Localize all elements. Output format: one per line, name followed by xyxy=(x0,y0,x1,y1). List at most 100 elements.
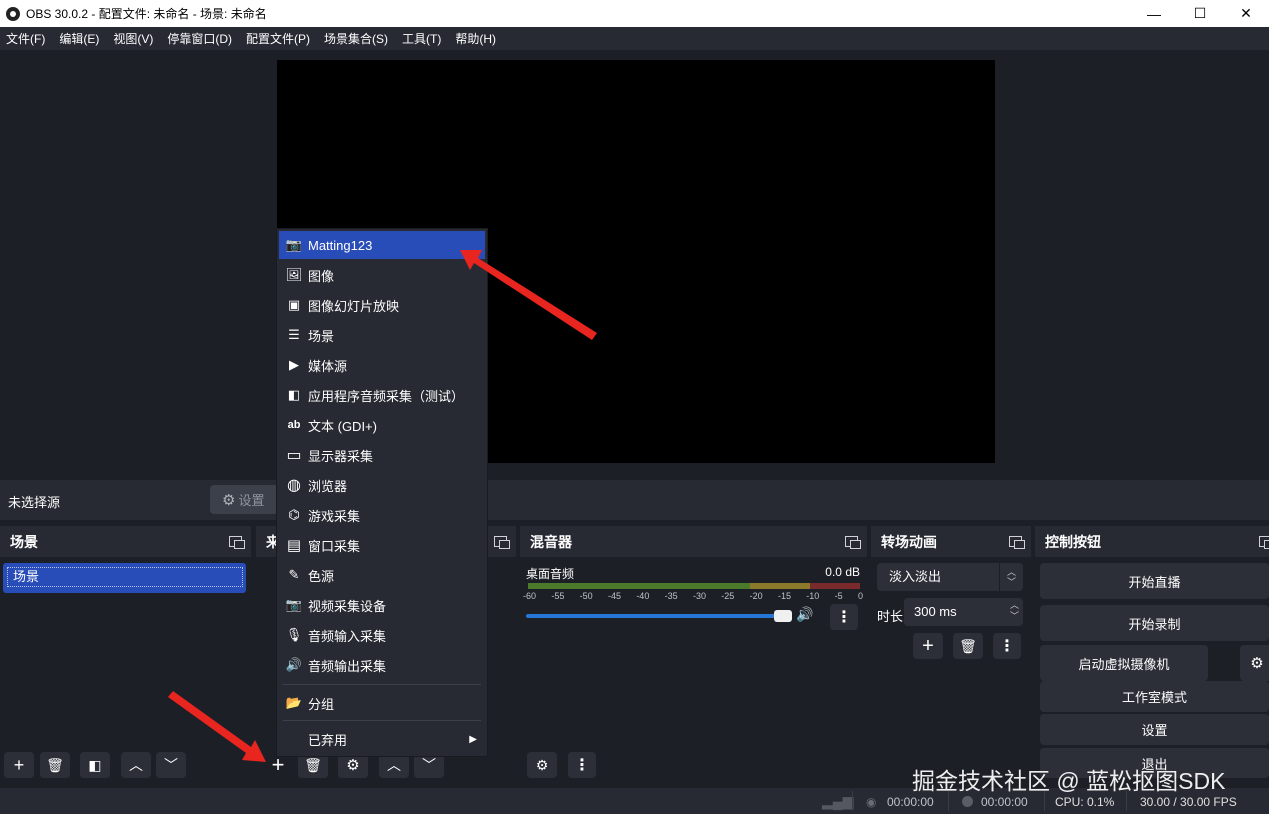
brush-icon: ✎ xyxy=(288,567,300,582)
menu-item-matting123[interactable]: 📷 Matting123 xyxy=(279,231,485,259)
chevron-down-icon: ﹀ xyxy=(164,757,178,773)
menu-item-image-slideshow[interactable]: ▣ 图像幻灯片放映 xyxy=(279,291,485,319)
menu-item-media-source[interactable]: ▶ 媒体源 xyxy=(279,351,485,379)
undock-icon[interactable] xyxy=(1259,534,1269,549)
plus-icon: + xyxy=(922,634,934,657)
menu-item-deprecated[interactable]: 已弃用 ▶ xyxy=(279,725,485,753)
kebab-icon: ⋮ xyxy=(999,638,1015,655)
menu-item-app-audio-capture[interactable]: ◧ 应用程序音频采集（测试） xyxy=(279,381,485,409)
add-source-context-menu: 📷 Matting123 🖼 图像 ▣ 图像幻灯片放映 ☰ 场景 ▶ 媒体源 ◧ 应用程序音… xyxy=(276,228,488,757)
menu-item-audio-output-capture[interactable]: 🔊 音频输出采集 xyxy=(279,651,485,679)
scenes-dock-header: 场景 xyxy=(0,526,251,557)
trash-icon: 🗑 xyxy=(46,756,64,773)
mixer-settings-button[interactable]: ⚙ xyxy=(527,752,557,778)
virtual-camera-settings-button[interactable]: ⚙ xyxy=(1240,645,1269,681)
minimize-button[interactable]: — xyxy=(1131,0,1177,27)
source-settings-button[interactable]: ⚙ 设置 xyxy=(210,485,278,514)
camera-icon: 📷 xyxy=(285,597,303,612)
maximize-button[interactable]: ☐ xyxy=(1177,0,1223,27)
undock-icon[interactable] xyxy=(494,534,510,549)
transition-select-value: 淡入淡出 xyxy=(889,569,942,584)
scene-list-item-label: 场景 xyxy=(7,567,243,587)
globe-icon: ◍ xyxy=(287,477,301,494)
menu-item-group[interactable]: 📂 分组 xyxy=(279,689,485,717)
menu-file[interactable]: 文件(F) xyxy=(0,30,53,47)
chevron-up-down-icon: ︿ ﹀ xyxy=(999,563,1023,591)
window-icon: ▤ xyxy=(286,537,302,554)
slideshow-icon: ▣ xyxy=(287,297,301,312)
menu-docks[interactable]: 停靠窗口(D) xyxy=(161,30,240,47)
volume-meter xyxy=(528,583,860,589)
menu-edit[interactable]: 编辑(E) xyxy=(53,30,107,47)
chevron-down-icon: ﹀ xyxy=(422,757,436,773)
cpu-usage: CPU: 0.1% xyxy=(1055,795,1115,809)
undock-icon[interactable] xyxy=(229,534,245,549)
settings-button[interactable]: 设置 xyxy=(1040,714,1269,745)
duration-label: 时长 xyxy=(877,609,904,624)
stream-status-icon: ◉ xyxy=(866,795,877,809)
undock-icon[interactable] xyxy=(845,534,861,549)
undock-icon[interactable] xyxy=(1009,534,1025,549)
start-recording-button[interactable]: 开始录制 xyxy=(1040,605,1269,641)
stepper-icon[interactable]: ︿ ﹀ xyxy=(1010,600,1019,622)
menu-bar: 文件(F) 编辑(E) 视图(V) 停靠窗口(D) 配置文件(P) 场景集合(S… xyxy=(0,27,1269,50)
scenes-dock-title: 场景 xyxy=(10,533,38,550)
submenu-arrow-icon: ▶ xyxy=(469,733,477,745)
menu-item-audio-input-capture[interactable]: 🎙 音频输入采集 xyxy=(279,621,485,649)
stream-time: 00:00:00 xyxy=(887,795,934,809)
menu-profile[interactable]: 配置文件(P) xyxy=(240,30,318,47)
close-button[interactable]: ✕ xyxy=(1223,0,1269,27)
kebab-icon: ⋮ xyxy=(836,609,852,626)
menu-item-video-capture-device[interactable]: 📷 视频采集设备 xyxy=(279,591,485,619)
scene-list-item[interactable]: 场景 xyxy=(3,563,246,593)
transition-menu-button[interactable]: ⋮ xyxy=(993,633,1021,659)
volume-slider-handle[interactable] xyxy=(774,610,792,622)
desktop-audio-label: 桌面音频 xyxy=(526,567,575,581)
record-time: 00:00:00 xyxy=(981,795,1028,809)
record-status: 00:00:00 xyxy=(962,795,1028,809)
plus-icon: + xyxy=(13,754,25,775)
menu-item-display-capture[interactable]: ▭ 显示器采集 xyxy=(279,441,485,469)
menu-item-browser[interactable]: ◍ 浏览器 xyxy=(279,471,485,499)
remove-transition-button[interactable]: 🗑 xyxy=(953,633,983,659)
gear-icon: ⚙ xyxy=(346,757,360,774)
menu-view[interactable]: 视图(V) xyxy=(107,30,161,47)
menu-divider xyxy=(283,684,481,685)
transitions-dock-title: 转场动画 xyxy=(881,533,937,550)
start-virtual-camera-button[interactable]: 启动虚拟摄像机 xyxy=(1040,645,1208,681)
speaker-icon[interactable]: 🔊 xyxy=(796,606,813,623)
meter-scale: -60 -55 -50 -45 -40 -35 -30 -25 -20 -15 -10 -5 0 xyxy=(523,591,863,601)
no-source-label: 未选择源 xyxy=(8,495,61,510)
menu-item-scene[interactable]: ☰ 场景 xyxy=(279,321,485,349)
move-scene-up-button[interactable]: ︿ xyxy=(121,752,151,778)
menu-tools[interactable]: 工具(T) xyxy=(396,30,449,47)
duration-spinbox[interactable]: 300 ms ︿ ﹀ xyxy=(904,598,1023,626)
menu-item-window-capture[interactable]: ▤ 窗口采集 xyxy=(279,531,485,559)
start-streaming-button[interactable]: 开始直播 xyxy=(1040,563,1269,599)
menu-item-image[interactable]: 🖼 图像 xyxy=(279,261,485,289)
remove-scene-button[interactable]: 🗑 xyxy=(40,752,70,778)
transition-select[interactable]: 淡入淡出 ︿ ﹀ xyxy=(877,563,1023,591)
move-scene-down-button[interactable]: ﹀ xyxy=(156,752,186,778)
add-scene-button[interactable]: + xyxy=(4,752,34,778)
mixer-channel-menu-button[interactable]: ⋮ xyxy=(830,604,858,630)
app-audio-icon: ◧ xyxy=(287,387,301,402)
controls-dock-header: 控制按钮 xyxy=(1035,526,1269,557)
duration-value: 300 ms xyxy=(914,604,957,619)
menu-help[interactable]: 帮助(H) xyxy=(449,30,504,47)
mixer-dock-title: 混音器 xyxy=(530,533,572,550)
menu-item-color-source[interactable]: ✎ 色源 xyxy=(279,561,485,589)
add-transition-button[interactable]: + xyxy=(913,633,943,659)
record-dot-icon xyxy=(962,796,973,807)
volume-slider[interactable] xyxy=(526,614,790,618)
mixer-menu-button[interactable]: ⋮ xyxy=(568,752,596,778)
transitions-dock: 转场动画 淡入淡出 ︿ ﹀ 时长 300 ms ︿ ﹀ + 🗑 ⋮ xyxy=(871,526,1031,786)
transitions-dock-header: 转场动画 xyxy=(871,526,1031,557)
menu-scene-collection[interactable]: 场景集合(S) xyxy=(318,30,396,47)
volume-db-readout: 0.0 dB xyxy=(825,565,860,579)
studio-mode-button[interactable]: 工作室模式 xyxy=(1040,681,1269,712)
menu-item-text-gdi[interactable]: ab 文本 (GDI+) xyxy=(279,411,485,439)
scene-filters-button[interactable]: ◧ xyxy=(80,752,110,778)
chevron-up-icon: ︿ xyxy=(129,757,143,773)
menu-item-game-capture[interactable]: ⌬ 游戏采集 xyxy=(279,501,485,529)
